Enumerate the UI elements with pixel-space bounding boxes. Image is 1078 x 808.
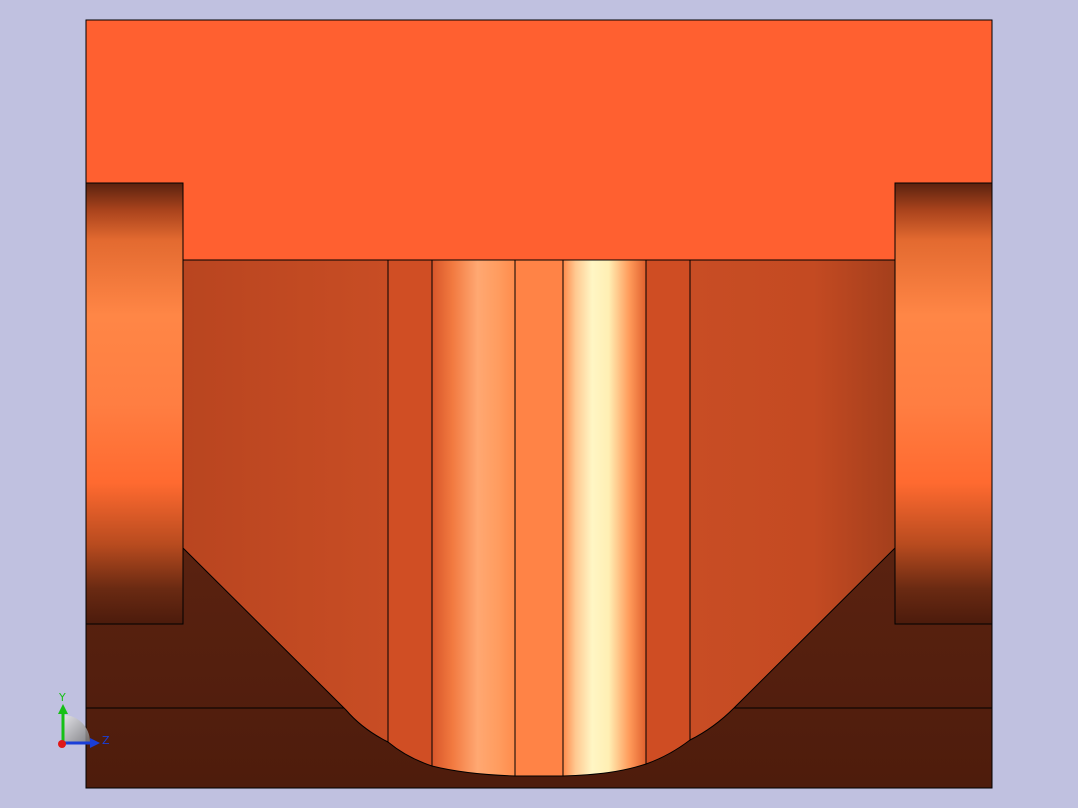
y-axis-label: Y [58,691,66,704]
y-axis-arrowhead-icon [58,704,68,714]
center-strip[interactable] [514,259,564,777]
top-slab-face[interactable] [85,19,993,261]
left-boss[interactable] [85,182,184,625]
right-inner-strip[interactable] [645,259,691,765]
right-boss[interactable] [894,182,993,625]
groove-strip-left[interactable] [431,259,516,777]
graphics-viewport[interactable]: Y Z [0,0,1078,808]
left-inner-strip[interactable] [387,259,433,767]
x-axis-dot-icon [58,740,66,748]
z-axis-label: Z [102,734,110,747]
groove-strip-right[interactable] [562,259,647,777]
